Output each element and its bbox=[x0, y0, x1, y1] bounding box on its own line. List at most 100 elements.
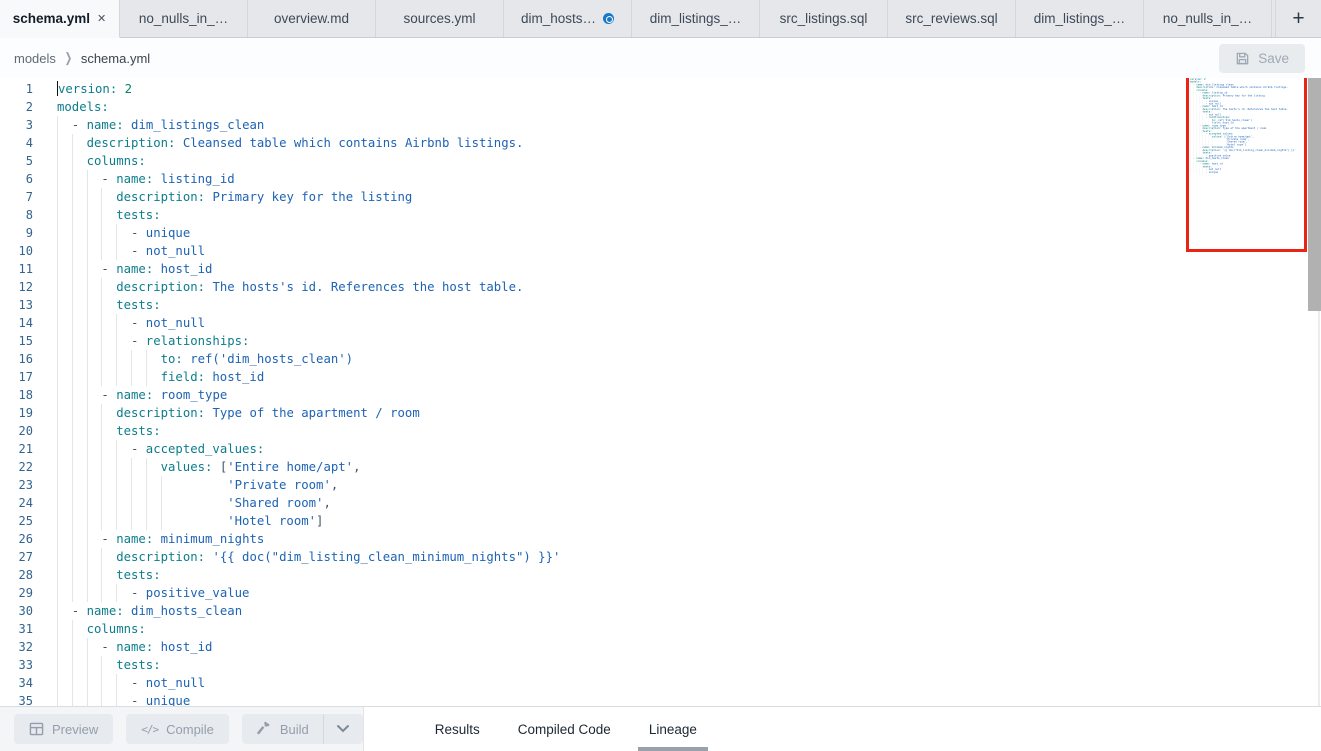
close-tab-icon[interactable]: ✕ bbox=[97, 12, 106, 25]
code-line[interactable]: 27description: '{{ doc("dim_listing_clea… bbox=[0, 548, 1321, 566]
code-line[interactable]: 1version: 2 bbox=[0, 80, 1321, 98]
scrollbar-thumb[interactable] bbox=[1308, 78, 1321, 311]
code-line[interactable]: 13tests: bbox=[0, 296, 1321, 314]
token: Type of the apartment / room bbox=[1223, 127, 1267, 130]
indent-guide bbox=[116, 242, 131, 260]
code-line[interactable]: 9- unique bbox=[0, 224, 1321, 242]
editor-tab[interactable]: no_nulls_in_… bbox=[120, 0, 248, 37]
indent-guide bbox=[72, 296, 87, 314]
code-line[interactable]: 14- not_null bbox=[0, 314, 1321, 332]
code-line[interactable]: 25 'Hotel room'] bbox=[0, 512, 1321, 530]
code-line[interactable]: 19description: Type of the apartment / r… bbox=[0, 404, 1321, 422]
indent-guide bbox=[101, 296, 116, 314]
code-line[interactable]: 26- name: minimum_nights bbox=[0, 530, 1321, 548]
line-number: 15 bbox=[0, 332, 33, 350]
editor-tab[interactable]: dim_hosts… bbox=[504, 0, 632, 37]
panel-tab-results[interactable]: Results bbox=[416, 707, 499, 751]
indent-guide bbox=[87, 584, 102, 602]
line-content: - name: listing_id bbox=[57, 170, 235, 188]
code-line[interactable]: 23 'Private room', bbox=[0, 476, 1321, 494]
code-line[interactable]: 35- unique bbox=[0, 692, 1321, 706]
editor-tab[interactable]: no_nulls_in_… bbox=[1144, 0, 1272, 37]
button-label: Preview bbox=[52, 722, 98, 737]
editor-tab[interactable]: dim_listings_… bbox=[1016, 0, 1144, 37]
code-line[interactable]: 34- not_null bbox=[0, 674, 1321, 692]
editor-tab[interactable]: overview.md bbox=[248, 0, 376, 37]
code-line[interactable]: 35- unique bbox=[1190, 171, 1213, 174]
code-editor[interactable]: 1version: 22models:3- name: dim_listings… bbox=[0, 78, 1321, 706]
preview-button[interactable]: Preview bbox=[14, 714, 113, 744]
code-line[interactable]: 11- name: host_id bbox=[0, 260, 1321, 278]
indent-guide bbox=[72, 674, 87, 692]
token: name: bbox=[116, 172, 153, 186]
token: host_id bbox=[161, 262, 213, 276]
editor-tab[interactable]: src_reviews.sql bbox=[888, 0, 1016, 37]
indent-guide bbox=[57, 476, 72, 494]
panel-tab-compiled-code[interactable]: Compiled Code bbox=[499, 707, 630, 751]
line-content: field: host_id bbox=[57, 368, 264, 386]
line-content: description: Primary key for the listing bbox=[57, 188, 412, 206]
token: dim_listings_clean bbox=[131, 118, 264, 132]
token: positive_value bbox=[146, 586, 250, 600]
editor-tab[interactable]: src_listings.sql bbox=[760, 0, 888, 37]
editor-tab[interactable]: dim_listings_… bbox=[632, 0, 760, 37]
token: name: bbox=[87, 604, 124, 618]
line-number: 14 bbox=[0, 314, 33, 332]
code-line[interactable]: 2models: bbox=[0, 98, 1321, 116]
indent-guide bbox=[57, 206, 72, 224]
indent-guide bbox=[101, 278, 116, 296]
code-line[interactable]: 5columns: bbox=[0, 152, 1321, 170]
code-area[interactable]: 1version: 22models:3- name: dim_listings… bbox=[0, 78, 1321, 706]
code-line[interactable]: 17field: host_id bbox=[0, 368, 1321, 386]
indent-guide bbox=[87, 332, 102, 350]
panel-tab-lineage[interactable]: Lineage bbox=[630, 707, 716, 751]
indent-guide bbox=[87, 386, 102, 404]
code-line[interactable]: 21- accepted_values: bbox=[0, 440, 1321, 458]
code-line[interactable]: 10- not_null bbox=[0, 242, 1321, 260]
code-line[interactable]: 22values: ['Entire home/apt', bbox=[0, 458, 1321, 476]
indent-guide bbox=[116, 440, 131, 458]
code-line[interactable]: 18- name: room_type bbox=[0, 386, 1321, 404]
token: name: bbox=[116, 262, 153, 276]
code-line[interactable]: 30- name: dim_hosts_clean bbox=[0, 602, 1321, 620]
token: 'Hotel room' bbox=[227, 514, 316, 528]
build-options-button[interactable] bbox=[323, 714, 363, 744]
editor-tab[interactable]: sources.yml bbox=[376, 0, 504, 37]
code-line[interactable]: 12description: The hosts's id. Reference… bbox=[0, 278, 1321, 296]
indent-guide bbox=[116, 494, 131, 512]
indent-guide bbox=[72, 458, 87, 476]
indent-guide bbox=[131, 494, 146, 512]
code-line[interactable]: 20tests: bbox=[0, 422, 1321, 440]
compile-button[interactable]: </>Compile bbox=[126, 714, 229, 744]
code-line[interactable]: 24 'Shared room', bbox=[0, 494, 1321, 512]
line-number: 12 bbox=[0, 278, 33, 296]
breadcrumb-folder[interactable]: models bbox=[14, 51, 56, 66]
code-line[interactable]: 33tests: bbox=[0, 656, 1321, 674]
code-line[interactable]: 32- name: host_id bbox=[0, 638, 1321, 656]
code-line[interactable]: 7description: Primary key for the listin… bbox=[0, 188, 1321, 206]
code-line[interactable]: 31columns: bbox=[0, 620, 1321, 638]
save-button[interactable]: Save bbox=[1219, 44, 1305, 73]
token: not_null bbox=[146, 244, 205, 258]
code-line[interactable]: 28tests: bbox=[0, 566, 1321, 584]
token bbox=[153, 640, 160, 654]
code-line[interactable]: 8tests: bbox=[0, 206, 1321, 224]
indent-guide bbox=[72, 476, 87, 494]
action-buttons: Preview </>Compile Build bbox=[0, 707, 364, 751]
code-line[interactable]: 6- name: listing_id bbox=[0, 170, 1321, 188]
token: 'Private room' bbox=[227, 478, 331, 492]
token: tests: bbox=[116, 208, 160, 222]
code-line[interactable]: 3- name: dim_listings_clean bbox=[0, 116, 1321, 134]
code-line[interactable]: 29- positive_value bbox=[0, 584, 1321, 602]
code-line[interactable]: 15- relationships: bbox=[0, 332, 1321, 350]
minimap[interactable]: 1version: 22models:3- name: dim_listings… bbox=[1189, 78, 1213, 173]
tab-label: src_reviews.sql bbox=[905, 11, 997, 26]
code-line[interactable]: 4description: Cleansed table which conta… bbox=[0, 134, 1321, 152]
build-button[interactable]: Build bbox=[242, 714, 323, 744]
line-content: tests: bbox=[57, 656, 161, 674]
indent-guide bbox=[72, 404, 87, 422]
editor-tab[interactable]: schema.yml✕ bbox=[0, 0, 120, 38]
new-tab-button[interactable]: + bbox=[1275, 0, 1321, 37]
code-line[interactable]: 16to: ref('dim_hosts_clean') bbox=[0, 350, 1321, 368]
indent-guide bbox=[87, 476, 102, 494]
